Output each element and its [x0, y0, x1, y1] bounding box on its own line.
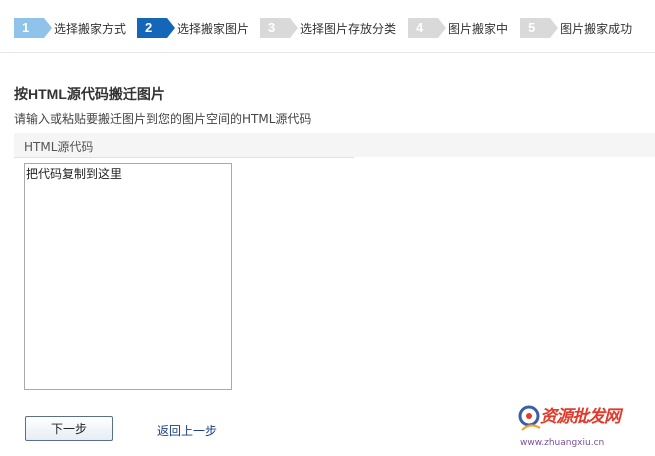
- step-progress-bar: 1 选择搬家方式 2 选择搬家图片 3 选择图片存放分类 4 图片搬家中 5 图…: [14, 18, 632, 38]
- html-source-label: HTML源代码: [24, 140, 94, 154]
- watermark: 资源批发网 www.zhuangxiu.cn: [518, 398, 655, 456]
- step-4: 4 图片搬家中: [408, 18, 520, 38]
- step-2: 2 选择搬家图片: [137, 18, 260, 38]
- step-2-label: 选择搬家图片: [177, 21, 250, 36]
- step-5-label: 图片搬家成功: [560, 21, 633, 36]
- step-2-number: 2: [137, 18, 176, 38]
- watermark-url: www.zhuangxiu.cn: [520, 438, 605, 448]
- step-3-number: 3: [260, 18, 299, 38]
- header-divider: [0, 52, 655, 53]
- step-1: 1 选择搬家方式: [14, 18, 137, 38]
- step-4-label: 图片搬家中: [448, 21, 509, 36]
- step-5-number: 5: [520, 18, 559, 38]
- field-header-divider: [14, 157, 354, 158]
- instruction-text: 请输入或粘贴要搬迁图片到您的图片空间的HTML源代码: [14, 112, 312, 126]
- step-3: 3 选择图片存放分类: [260, 18, 408, 38]
- step-1-label: 选择搬家方式: [54, 21, 127, 36]
- html-source-textarea[interactable]: 把代码复制到这里: [24, 163, 232, 390]
- step-3-label: 选择图片存放分类: [300, 21, 397, 36]
- step-4-number: 4: [408, 18, 447, 38]
- field-header-bar: [14, 133, 655, 157]
- step-1-number: 1: [14, 18, 52, 38]
- section-title: 按HTML源代码搬迁图片: [14, 86, 165, 102]
- watermark-text: 资源批发网: [540, 407, 621, 427]
- next-step-button[interactable]: 下一步: [25, 416, 113, 441]
- back-link[interactable]: 返回上一步: [157, 422, 217, 439]
- step-5: 5 图片搬家成功: [520, 18, 632, 38]
